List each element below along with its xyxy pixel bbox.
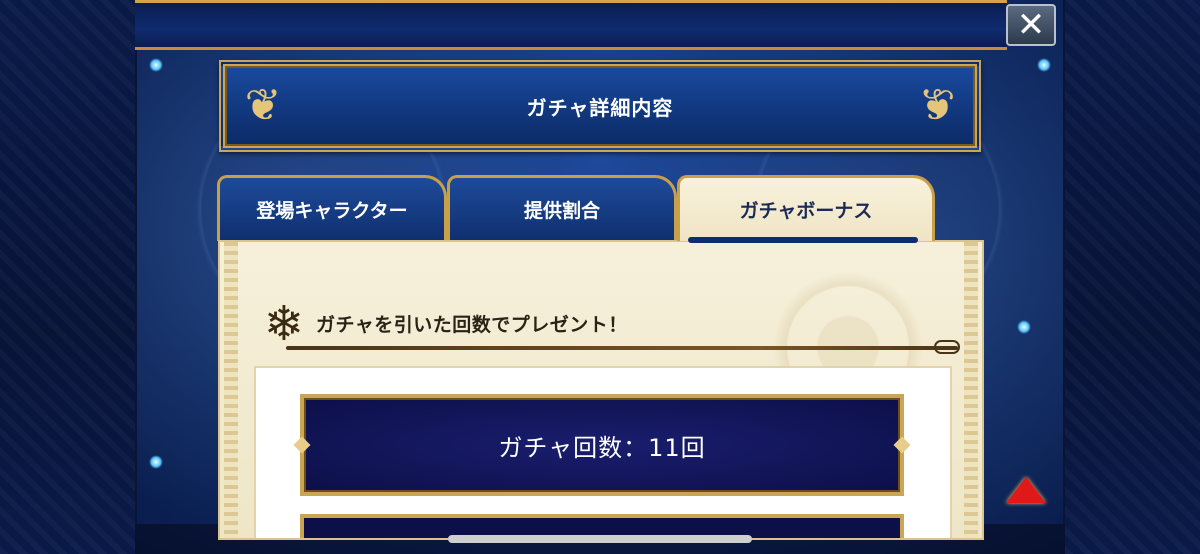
tab-gacha-bonus[interactable]: ガチャボーナス xyxy=(677,175,935,243)
flourish-ornament-icon: ❦ xyxy=(244,80,282,131)
title-plate: ❦ ガチャ詳細内容 ❦ xyxy=(219,60,981,152)
panel-border-left xyxy=(224,242,238,538)
scroll-up-button[interactable] xyxy=(1002,470,1050,510)
close-icon: ✕ xyxy=(1016,5,1046,45)
tab-label: 提供割合 xyxy=(523,200,600,222)
bonus-list[interactable]: ガチャ回数：11回 xyxy=(254,366,952,538)
tab-rates[interactable]: 提供割合 xyxy=(447,175,677,241)
glow-dot xyxy=(1017,320,1031,334)
gacha-count-label: ガチャ回数：11回 xyxy=(498,433,706,462)
bonus-content-panel: ❄ ガチャを引いた回数でプレゼント！ ガチャ回数：11回 xyxy=(218,240,984,540)
right-background-band xyxy=(1065,0,1200,554)
dialog-header-bar xyxy=(135,0,1007,50)
tab-label: 登場キャラクター xyxy=(256,200,408,222)
dialog-title: ガチャ詳細内容 xyxy=(526,95,674,120)
section-divider xyxy=(286,340,960,354)
left-background-band xyxy=(0,0,162,554)
tab-label: ガチャボーナス xyxy=(739,200,873,222)
glow-dot xyxy=(1037,58,1051,72)
tab-characters[interactable]: 登場キャラクター xyxy=(217,175,447,241)
flourish-ornament-icon: ❦ xyxy=(918,80,956,131)
home-indicator[interactable] xyxy=(448,535,752,543)
glow-dot xyxy=(149,455,163,469)
active-tab-underline xyxy=(688,237,918,243)
section-title: ガチャを引いた回数でプレゼント！ xyxy=(316,314,628,336)
glow-dot xyxy=(149,58,163,72)
snowflake-emblem-icon: ❄ xyxy=(263,296,305,352)
close-button[interactable]: ✕ xyxy=(1006,4,1056,46)
section-header: ❄ ガチャを引いた回数でプレゼント！ xyxy=(256,296,960,356)
panel-border-right xyxy=(964,242,978,538)
scroll-up-arrow-icon xyxy=(1006,477,1046,503)
gacha-count-plate: ガチャ回数：11回 xyxy=(300,394,904,496)
